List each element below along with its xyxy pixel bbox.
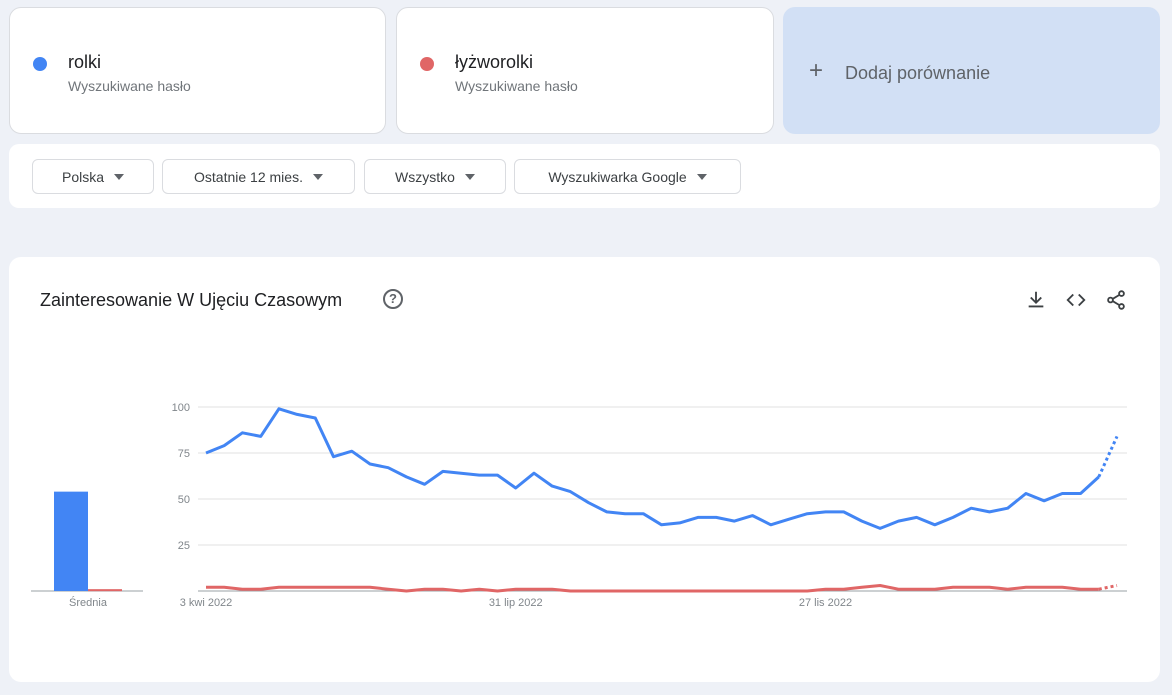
series-partial-segment-0: [1097, 435, 1119, 478]
search-term-name[interactable]: rolki: [68, 52, 101, 73]
y-tick-label: 100: [172, 402, 190, 414]
y-tick-label: 50: [178, 494, 190, 506]
x-tick-label: 3 kwi 2022: [180, 597, 233, 609]
series-line-1: [206, 584, 1099, 593]
category-dropdown[interactable]: Wszystko: [364, 159, 506, 194]
search-term-card-rolki[interactable]: rolki Wyszukiwane hasło: [9, 7, 386, 134]
x-tick-label: 31 lip 2022: [489, 597, 543, 609]
search-term-name[interactable]: łyżworolki: [455, 52, 533, 73]
region-dropdown-label: Polska: [61, 168, 105, 185]
search-term-card-lyzworolki[interactable]: łyżworolki Wyszukiwane hasło: [396, 7, 774, 134]
search-source-dropdown-label: Wyszukiwarka Google: [548, 168, 687, 185]
series-color-dot-icon: [420, 57, 434, 71]
search-term-type: Wyszukiwane hasło: [68, 78, 191, 94]
average-bar-1: [88, 589, 122, 592]
region-dropdown[interactable]: Polska: [32, 159, 154, 194]
caret-down-icon: [114, 173, 125, 180]
y-tick-label: 25: [178, 540, 190, 552]
interest-over-time-card: Zainteresowanie W Ujęciu Czasowym ? 100 7…: [9, 257, 1160, 682]
add-comparison-label: Dodaj porównanie: [845, 63, 991, 83]
series-color-dot-icon: [33, 57, 47, 71]
average-bar-0: [54, 491, 88, 591]
add-comparison-button[interactable]: + Dodaj porównanie: [783, 7, 1160, 134]
x-tick-label: 27 lis 2022: [799, 597, 852, 609]
y-tick-label: 75: [178, 448, 190, 460]
category-dropdown-label: Wszystko: [395, 168, 455, 185]
filter-bar: Polska Ostatnie 12 mies. Wszystko Wyszuk…: [9, 144, 1160, 208]
series-line-0: [205, 407, 1100, 530]
period-dropdown[interactable]: Ostatnie 12 mies.: [162, 159, 355, 194]
search-source-dropdown[interactable]: Wyszukiwarka Google: [514, 159, 741, 194]
search-term-type: Wyszukiwane hasło: [455, 78, 578, 94]
period-dropdown-label: Ostatnie 12 mies.: [194, 168, 303, 185]
series-partial-segment-1: [1098, 584, 1118, 591]
caret-down-icon: [464, 173, 475, 180]
plus-icon: +: [809, 57, 824, 84]
caret-down-icon: [312, 173, 323, 180]
caret-down-icon: [696, 173, 707, 180]
average-label: Średnia: [69, 596, 108, 609]
interest-chart: 100 75 50 25 Średnia 3 kwi 2022 31 lip 2022 27 …: [31, 402, 1127, 609]
